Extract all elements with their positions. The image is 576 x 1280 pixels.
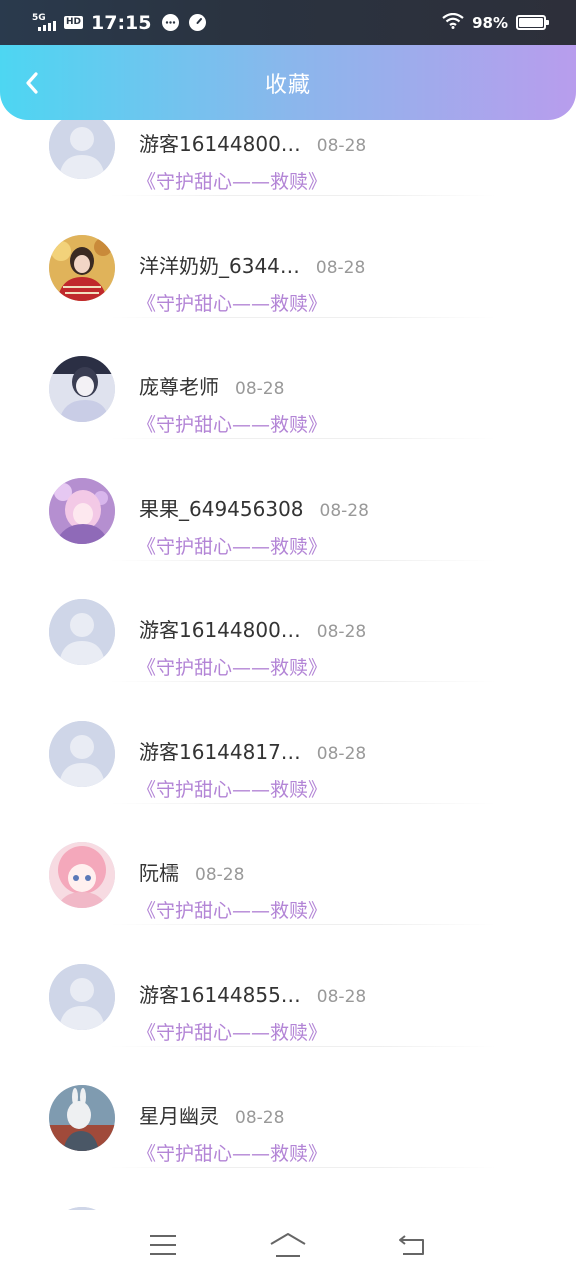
favorite-date: 08-28 <box>316 743 367 764</box>
work-title-link[interactable]: 《守护甜心——救赎》 <box>137 289 327 316</box>
work-title-link[interactable]: 《守护甜心——救赎》 <box>137 896 327 923</box>
header: 收藏 <box>0 45 576 120</box>
name-row: 游客16144800… 08-28 <box>139 614 366 643</box>
list-item[interactable]: 游客16144855… 08-28 《守护甜心——救赎》 <box>0 926 576 1047</box>
list-item[interactable]: 阮檽 08-28 《守护甜心——救赎》 <box>0 804 576 925</box>
favorite-date: 08-28 <box>316 622 367 642</box>
favorite-date: 08-28 <box>315 257 366 278</box>
list-item[interactable]: 星月幽灵 08-28 《守护甜心——救赎》 <box>0 1047 576 1168</box>
avatar[interactable] <box>49 356 115 422</box>
menu-icon <box>149 1235 176 1255</box>
chevron-left-icon <box>26 72 38 94</box>
list-item[interactable]: 果果_649456308 08-28 《守护甜心——救赎》 <box>0 440 576 561</box>
user-name: 阮檽 <box>139 861 179 885</box>
list-item[interactable]: 庞尊老师 08-28 《守护甜心——救赎》 <box>0 318 576 439</box>
avatar[interactable] <box>49 113 115 179</box>
name-row: 游客16144800… 08-28 <box>139 128 366 157</box>
avatar[interactable] <box>49 1085 115 1151</box>
work-title-link[interactable]: 《守护甜心——救赎》 <box>137 1018 327 1045</box>
user-name: 游客16144800… <box>139 132 301 156</box>
work-title-link[interactable]: 《守护甜心——救赎》 <box>137 167 327 194</box>
avatar[interactable] <box>49 234 115 301</box>
avatar[interactable] <box>49 720 115 787</box>
system-nav-bar <box>0 1210 576 1280</box>
work-title-link[interactable]: 《守护甜心——救赎》 <box>137 410 327 437</box>
user-name: 果果_649456308 <box>139 496 304 521</box>
favorite-date: 08-28 <box>235 1108 285 1128</box>
favorite-date: 08-28 <box>319 500 369 521</box>
back-button[interactable] <box>14 65 50 101</box>
user-name: 游客16144855… <box>139 982 301 1007</box>
favorite-date: 08-28 <box>235 379 285 399</box>
name-row: 游客16144817… 08-28 <box>139 736 366 765</box>
return-icon <box>399 1235 425 1255</box>
list-item[interactable]: 游客16144800… 08-28 《守护甜心——救赎》 <box>0 561 576 682</box>
name-row: 阮檽 08-28 <box>139 857 244 886</box>
page-title: 收藏 <box>264 72 311 98</box>
favorite-date: 08-28 <box>316 986 367 1007</box>
work-title-link[interactable]: 《守护甜心——救赎》 <box>137 1139 327 1166</box>
favorites-list: 游客16144800… 08-28 《守护甜心——救赎》 洋洋奶奶_6344… 08-2… <box>0 0 576 1210</box>
home-button[interactable] <box>264 1225 312 1265</box>
name-row: 庞尊老师 08-28 <box>139 371 284 400</box>
list-item[interactable]: 洋洋奶奶_6344… 08-28 《守护甜心——救赎》 <box>0 197 576 318</box>
user-name: 洋洋奶奶_6344… <box>139 253 300 278</box>
avatar[interactable] <box>49 599 115 665</box>
work-title-link[interactable]: 《守护甜心——救赎》 <box>137 653 327 680</box>
avatar[interactable] <box>49 963 115 1030</box>
user-name: 游客16144800… <box>139 618 301 642</box>
menu-button[interactable] <box>139 1225 187 1265</box>
list-item[interactable]: 游客16144817… 08-28 《守护甜心——救赎》 <box>0 683 576 804</box>
user-name: 游客16144817… <box>139 739 301 764</box>
name-row: 星月幽灵 08-28 <box>139 1100 284 1129</box>
favorite-date: 08-28 <box>195 865 245 885</box>
return-button[interactable] <box>389 1225 437 1265</box>
work-title-link[interactable]: 《守护甜心——救赎》 <box>137 775 327 802</box>
avatar[interactable] <box>49 477 115 544</box>
user-name: 庞尊老师 <box>139 375 219 399</box>
user-name: 星月幽灵 <box>139 1104 219 1128</box>
list-item[interactable] <box>0 1169 576 1210</box>
name-row: 游客16144855… 08-28 <box>139 979 366 1008</box>
favorite-date: 08-28 <box>316 136 367 156</box>
work-title-link[interactable]: 《守护甜心——救赎》 <box>137 532 327 559</box>
name-row: 洋洋奶奶_6344… 08-28 <box>139 250 365 279</box>
avatar[interactable] <box>49 842 115 908</box>
home-icon <box>270 1233 306 1257</box>
name-row: 果果_649456308 08-28 <box>139 493 369 522</box>
